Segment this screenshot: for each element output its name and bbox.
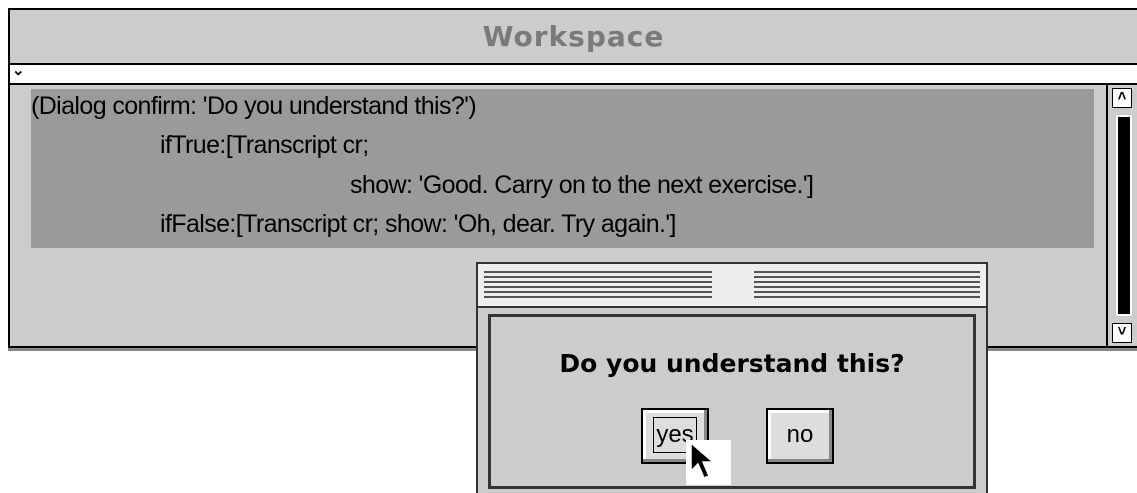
vertical-scrollbar[interactable]: ˄ ˅ <box>1106 85 1137 346</box>
titlebar-grip <box>754 271 980 299</box>
mouse-cursor <box>686 440 731 485</box>
no-button[interactable]: no <box>766 408 834 464</box>
dialog-body: Do you understand this? yes no <box>488 314 976 489</box>
confirm-dialog[interactable]: Do you understand this? yes no <box>476 262 988 493</box>
titlebar-grip <box>484 271 712 299</box>
dialog-titlebar[interactable] <box>478 264 986 308</box>
arrow-cursor-icon <box>690 441 716 479</box>
code-line: (Dialog confirm: 'Do you understand this… <box>31 92 477 120</box>
workspace-menubar[interactable]: ⌄ <box>10 62 1137 85</box>
workspace-titlebar[interactable]: Workspace <box>10 10 1137 65</box>
window-title: Workspace <box>482 20 665 53</box>
chevron-down-icon[interactable]: ⌄ <box>12 61 25 79</box>
chevron-up-icon[interactable]: ˄ <box>1112 88 1132 108</box>
code-line: show: 'Good. Carry on to the next exerci… <box>350 171 814 199</box>
dialog-message: Do you understand this? <box>559 349 905 378</box>
no-button-label: no <box>786 421 814 448</box>
chevron-down-icon[interactable]: ˅ <box>1112 323 1132 343</box>
scroll-track[interactable] <box>1116 115 1132 316</box>
code-line: ifFalse:[Transcript cr; show: 'Oh, dear.… <box>160 210 677 238</box>
code-line: ifTrue:[Transcript cr; <box>160 131 369 159</box>
